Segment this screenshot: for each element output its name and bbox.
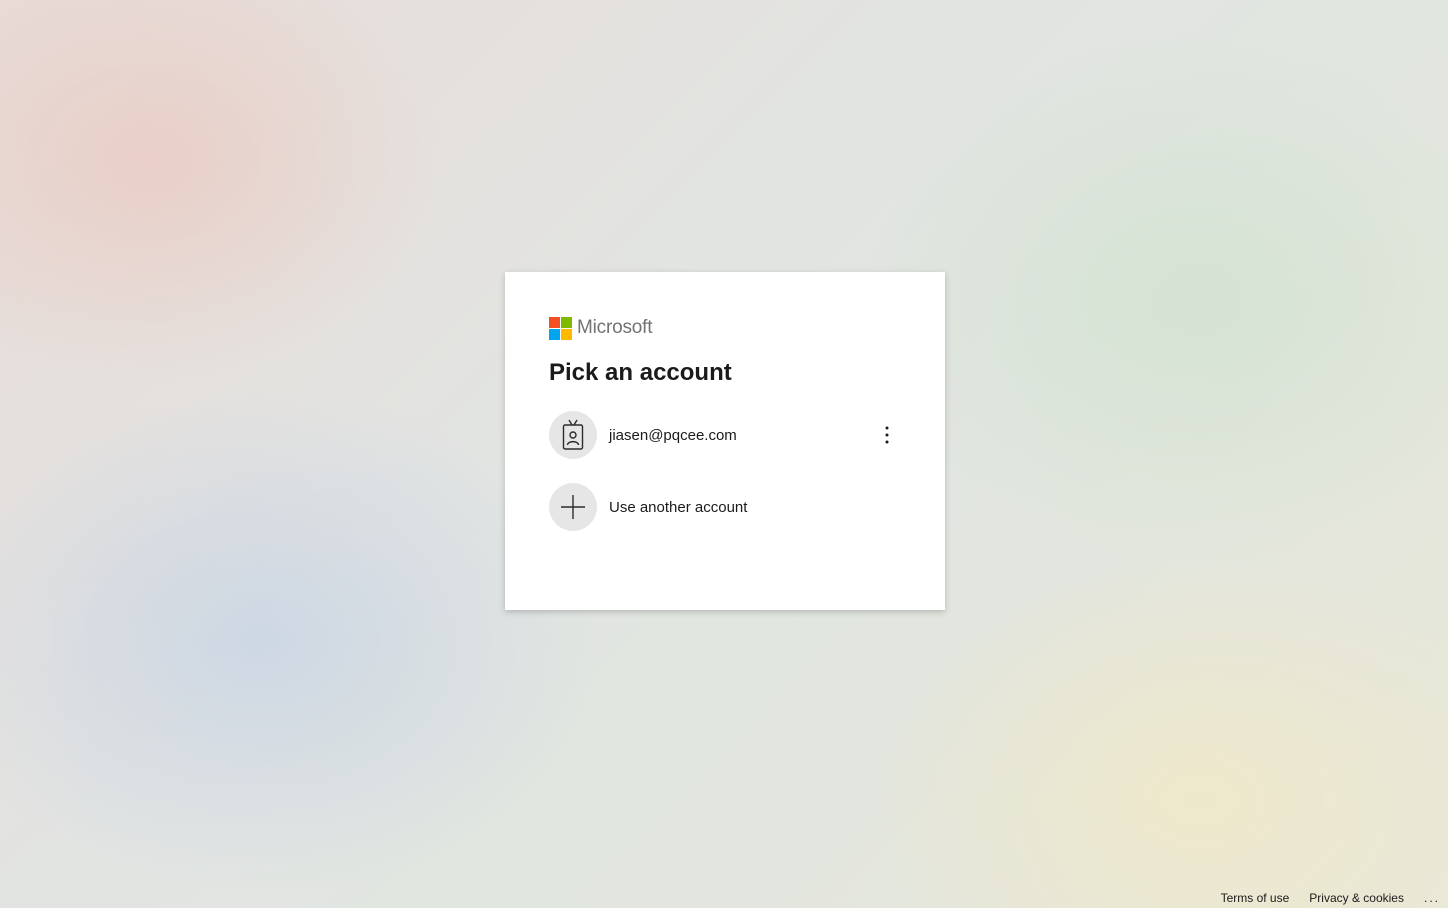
privacy-cookies-link[interactable]: Privacy & cookies: [1309, 891, 1404, 905]
page-title: Pick an account: [549, 359, 732, 386]
footer: Terms of use Privacy & cookies ...: [1221, 888, 1448, 908]
brand-header: Microsoft: [549, 316, 901, 340]
more-options-button[interactable]: [873, 421, 901, 449]
logo-square-red: [549, 316, 560, 328]
terms-of-use-link[interactable]: Terms of use: [1221, 891, 1290, 905]
use-another-account-label: Use another account: [609, 498, 748, 516]
account-avatar: [549, 411, 597, 459]
logo-square-yellow: [561, 328, 572, 340]
plus-avatar: [549, 483, 597, 531]
more-options-vertical-icon: [885, 426, 889, 444]
sign-in-card: Microsoft Pick an account jiasen@pqcee.c…: [505, 272, 945, 610]
brand-name: Microsoft: [577, 317, 653, 338]
more-footer-options-button[interactable]: ...: [1424, 891, 1440, 905]
badge-person-icon: [562, 419, 584, 450]
logo-square-green: [561, 316, 572, 328]
logo-square-blue: [549, 328, 560, 340]
microsoft-logo-icon: [549, 316, 572, 340]
account-email: jiasen@pqcee.com: [609, 426, 737, 444]
plus-icon: [561, 495, 585, 519]
use-another-account-tile[interactable]: Use another account: [549, 483, 901, 531]
account-tile[interactable]: jiasen@pqcee.com: [549, 411, 901, 459]
